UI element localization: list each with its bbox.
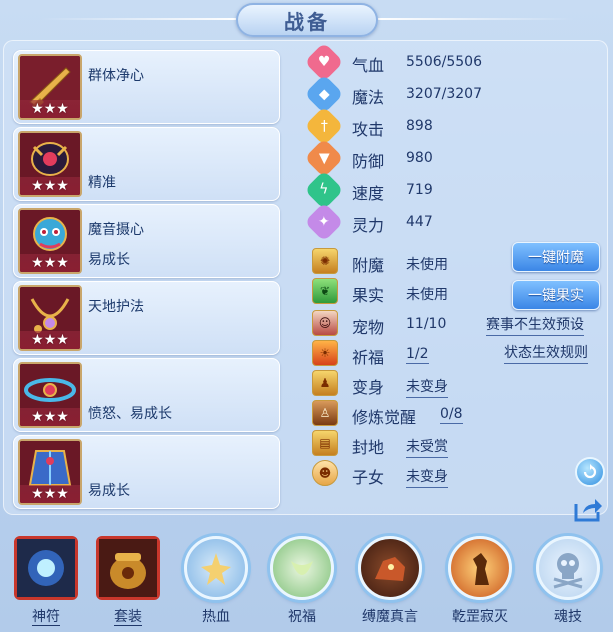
card-6[interactable]: ★★★ 易成长 <box>13 435 280 509</box>
share-icon[interactable] <box>573 494 603 524</box>
jeweled-belt-icon: ★★★ <box>18 362 82 428</box>
talisman-label: 神符 <box>32 609 60 626</box>
card-4[interactable]: ★★★ 天地护法 <box>13 281 280 355</box>
one-click-fruit-button[interactable]: 一键果实 <box>512 280 600 310</box>
blessing-icon: ☀ <box>312 340 338 366</box>
fief-icon: ▤ <box>312 430 338 456</box>
bottom-passion[interactable]: 热血 <box>176 532 256 632</box>
bottom-outfit[interactable]: 套装 <box>88 532 168 632</box>
card-label: 愤怒、易成长 <box>88 406 172 422</box>
binding-mantra-label: 缚魔真言 <box>362 609 418 625</box>
soul-skill-label: 魂技 <box>554 609 582 625</box>
card-5[interactable]: ★★★ 愤怒、易成长 <box>13 358 280 432</box>
ornate-claw-icon: ★★★ <box>18 131 82 197</box>
star-rating: ★★★ <box>20 331 80 349</box>
info-child[interactable]: ☻ 子女 未变身 <box>310 460 610 488</box>
bottom-talisman[interactable]: 神符 <box>6 532 86 632</box>
card-1[interactable]: ★★★ 群体净心 <box>13 50 280 124</box>
stat-speed: ϟ 速度 719 <box>304 170 610 210</box>
title-plate: 战备 <box>236 3 378 37</box>
fruit-icon: ❦ <box>312 278 338 304</box>
title-bar: 战备 <box>0 0 613 40</box>
bottom-soul-skill[interactable]: 魂技 <box>528 532 608 632</box>
info-transform[interactable]: ♟ 变身 未变身 <box>310 370 610 398</box>
armor-robe-icon: ★★★ <box>18 439 82 505</box>
star-rating: ★★★ <box>20 254 80 272</box>
card-sublabel: 易成长 <box>88 252 130 268</box>
star-rating: ★★★ <box>20 177 80 195</box>
cultivation-icon: ♙ <box>312 400 338 426</box>
passion-label: 热血 <box>202 609 230 625</box>
card-label: 魔音摄心 <box>88 222 144 238</box>
star-rating: ★★★ <box>20 100 80 118</box>
golden-blade-icon: ★★★ <box>18 54 82 120</box>
chain-necklace-icon: ★★★ <box>18 285 82 351</box>
refresh-icon[interactable] <box>575 457 605 487</box>
bottom-qiangang[interactable]: 乾罡寂灭 <box>440 532 520 632</box>
passion-icon <box>184 536 248 600</box>
card-label: 天地护法 <box>88 299 144 315</box>
competition-preset-link[interactable]: 赛事不生效预设 <box>486 314 584 336</box>
blessing-label: 祝福 <box>288 609 316 625</box>
one-click-enchant-button[interactable]: 一键附魔 <box>512 242 600 272</box>
beast-icon <box>358 536 422 600</box>
child-icon: ☻ <box>312 460 338 486</box>
skull-icon <box>536 536 600 600</box>
stat-mp: ◆ 魔法 3207/3207 <box>304 74 610 114</box>
info-fief[interactable]: ▤ 封地 未受赏 <box>310 430 610 458</box>
card-label: 群体净心 <box>88 68 144 84</box>
outfit-label: 套装 <box>114 609 142 626</box>
battle-prep-window: 战备 ★★★ 群体净心 ★★★ 精准 ★★★ 魔音摄心 易成长 ★★★ 天地护法 <box>0 0 613 632</box>
bottom-binding-mantra[interactable]: 缚魔真言 <box>350 532 430 632</box>
card-label: 精准 <box>88 175 116 191</box>
stat-attack: † 攻击 898 <box>304 106 610 146</box>
treasure-pot-icon <box>96 536 160 600</box>
status-rules-link[interactable]: 状态生效规则 <box>504 342 588 364</box>
talisman-icon <box>14 536 78 600</box>
qiangang-label: 乾罡寂灭 <box>452 609 508 625</box>
star-rating: ★★★ <box>20 408 80 426</box>
bottom-blessing[interactable]: 祝福 <box>262 532 342 632</box>
card-3[interactable]: ★★★ 魔音摄心 易成长 <box>13 204 280 278</box>
card-2[interactable]: ★★★ 精准 <box>13 127 280 201</box>
stat-defense: ▼ 防御 980 <box>304 138 610 178</box>
pet-icon: ☺ <box>312 310 338 336</box>
info-cultivation[interactable]: ♙ 修炼觉醒 0/8 <box>310 400 610 427</box>
star-rating: ★★★ <box>20 485 80 503</box>
fire-warrior-icon <box>448 536 512 600</box>
title-ornament-right <box>378 18 574 20</box>
transform-icon: ♟ <box>312 370 338 396</box>
page-title: 战备 <box>284 9 330 34</box>
enchant-icon: ✺ <box>312 248 338 274</box>
stat-spirit: ✦ 灵力 447 <box>304 202 610 242</box>
stat-hp: ♥ 气血 5506/5506 <box>304 42 610 82</box>
title-ornament-left <box>40 18 236 20</box>
demon-mask-icon: ★★★ <box>18 208 82 274</box>
blessing-leaf-icon <box>270 536 334 600</box>
card-label: 易成长 <box>88 483 130 499</box>
